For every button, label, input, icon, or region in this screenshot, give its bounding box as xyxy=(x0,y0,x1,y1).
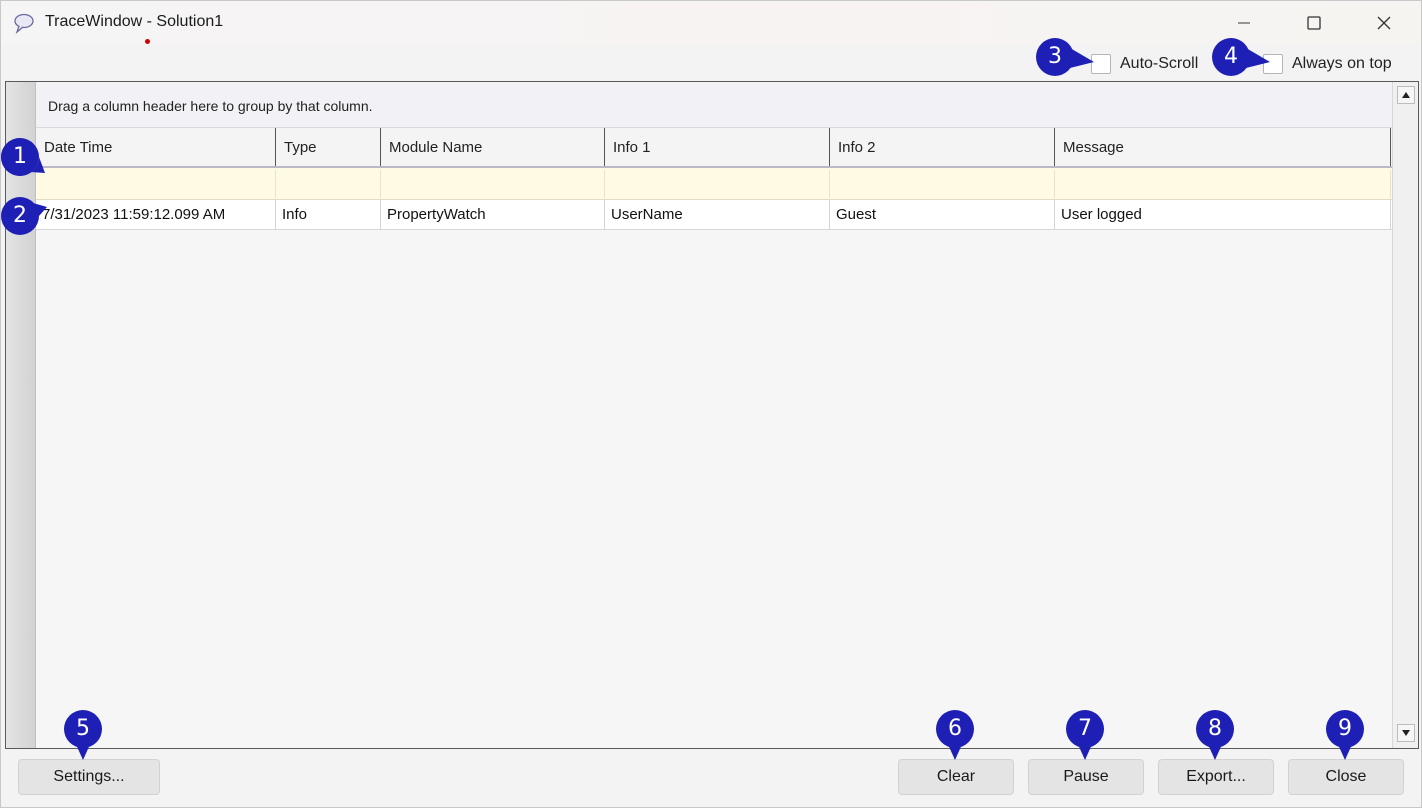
callout-marker-8: 8 xyxy=(1196,710,1242,760)
maximize-icon xyxy=(1307,16,1321,30)
callout-marker-9: 9 xyxy=(1326,710,1372,760)
group-hint: Drag a column header here to group by th… xyxy=(48,98,373,114)
scroll-down-button[interactable] xyxy=(1397,724,1415,742)
callout-marker-7: 7 xyxy=(1066,710,1112,760)
close-icon xyxy=(1377,16,1391,30)
cell-date-time[interactable]: 7/31/2023 11:59:12.099 AM xyxy=(36,200,276,229)
auto-scroll-label: Auto-Scroll xyxy=(1120,55,1199,72)
always-on-top-checkbox[interactable]: Always on top xyxy=(1263,53,1392,75)
column-header-module-name[interactable]: Module Name xyxy=(381,128,605,166)
filter-cell-date-time[interactable] xyxy=(36,170,276,198)
callout-number: 8 xyxy=(1208,716,1222,741)
options-bar: Auto-Scroll Always on top xyxy=(1,45,1421,81)
close-button[interactable]: Close xyxy=(1288,759,1404,795)
callout-marker-3: 3 xyxy=(1036,38,1094,84)
table-row[interactable]: 7/31/2023 11:59:12.099 AM Info PropertyW… xyxy=(36,200,1392,230)
callout-marker-2: 2 xyxy=(1,197,47,243)
callout-number: 4 xyxy=(1224,44,1238,69)
column-header-info-2[interactable]: Info 2 xyxy=(830,128,1055,166)
arrow-up-icon xyxy=(1402,92,1410,98)
callout-number: 1 xyxy=(13,144,27,169)
clear-button[interactable]: Clear xyxy=(898,759,1014,795)
minimize-icon xyxy=(1238,22,1250,24)
cell-info-1[interactable]: UserName xyxy=(605,200,830,229)
cell-message[interactable]: User logged xyxy=(1055,200,1391,229)
window-title: TraceWindow - Solution1 xyxy=(45,13,224,30)
trace-window: TraceWindow - Solution1 Auto-Scroll Alwa… xyxy=(0,0,1422,808)
filter-row xyxy=(36,168,1392,200)
cell-type[interactable]: Info xyxy=(276,200,381,229)
close-window-button[interactable] xyxy=(1349,1,1419,45)
callout-number: 3 xyxy=(1048,44,1062,69)
pause-button[interactable]: Pause xyxy=(1028,759,1144,795)
callout-number: 6 xyxy=(948,716,962,741)
auto-scroll-checkbox[interactable]: Auto-Scroll xyxy=(1091,53,1198,75)
callout-number: 7 xyxy=(1078,716,1092,741)
cell-info-2[interactable]: Guest xyxy=(830,200,1055,229)
cell-module-name[interactable]: PropertyWatch xyxy=(381,200,605,229)
filter-cell-module-name[interactable] xyxy=(381,170,605,198)
callout-marker-4: 4 xyxy=(1212,38,1270,84)
filter-cell-info-2[interactable] xyxy=(830,170,1055,198)
column-header-row: Date Time Type Module Name Info 1 Info 2… xyxy=(36,128,1392,168)
maximize-button[interactable] xyxy=(1279,1,1349,45)
always-on-top-label: Always on top xyxy=(1292,55,1392,72)
callout-number: 5 xyxy=(76,716,90,741)
scroll-up-button[interactable] xyxy=(1397,86,1415,104)
settings-button[interactable]: Settings... xyxy=(18,759,160,795)
trace-grid: Drag a column header here to group by th… xyxy=(5,81,1419,749)
group-by-panel[interactable]: Drag a column header here to group by th… xyxy=(36,82,1392,128)
callout-number: 2 xyxy=(13,203,27,228)
callout-marker-1: 1 xyxy=(1,138,47,184)
callout-marker-6: 6 xyxy=(936,710,982,760)
filter-cell-info-1[interactable] xyxy=(605,170,830,198)
column-header-info-1[interactable]: Info 1 xyxy=(605,128,830,166)
filter-cell-type[interactable] xyxy=(276,170,381,198)
column-header-message[interactable]: Message xyxy=(1055,128,1391,166)
callout-marker-5: 5 xyxy=(64,710,110,760)
export-button[interactable]: Export... xyxy=(1158,759,1274,795)
status-dot xyxy=(145,39,150,44)
callout-number: 9 xyxy=(1338,716,1352,741)
title-bar[interactable]: TraceWindow - Solution1 xyxy=(1,1,1421,45)
column-header-date-time[interactable]: Date Time xyxy=(36,128,276,166)
speech-bubble-icon xyxy=(14,13,34,34)
filter-cell-message[interactable] xyxy=(1055,170,1391,198)
vertical-scrollbar[interactable] xyxy=(1392,82,1418,748)
column-header-type[interactable]: Type xyxy=(276,128,381,166)
arrow-down-icon xyxy=(1402,730,1410,736)
